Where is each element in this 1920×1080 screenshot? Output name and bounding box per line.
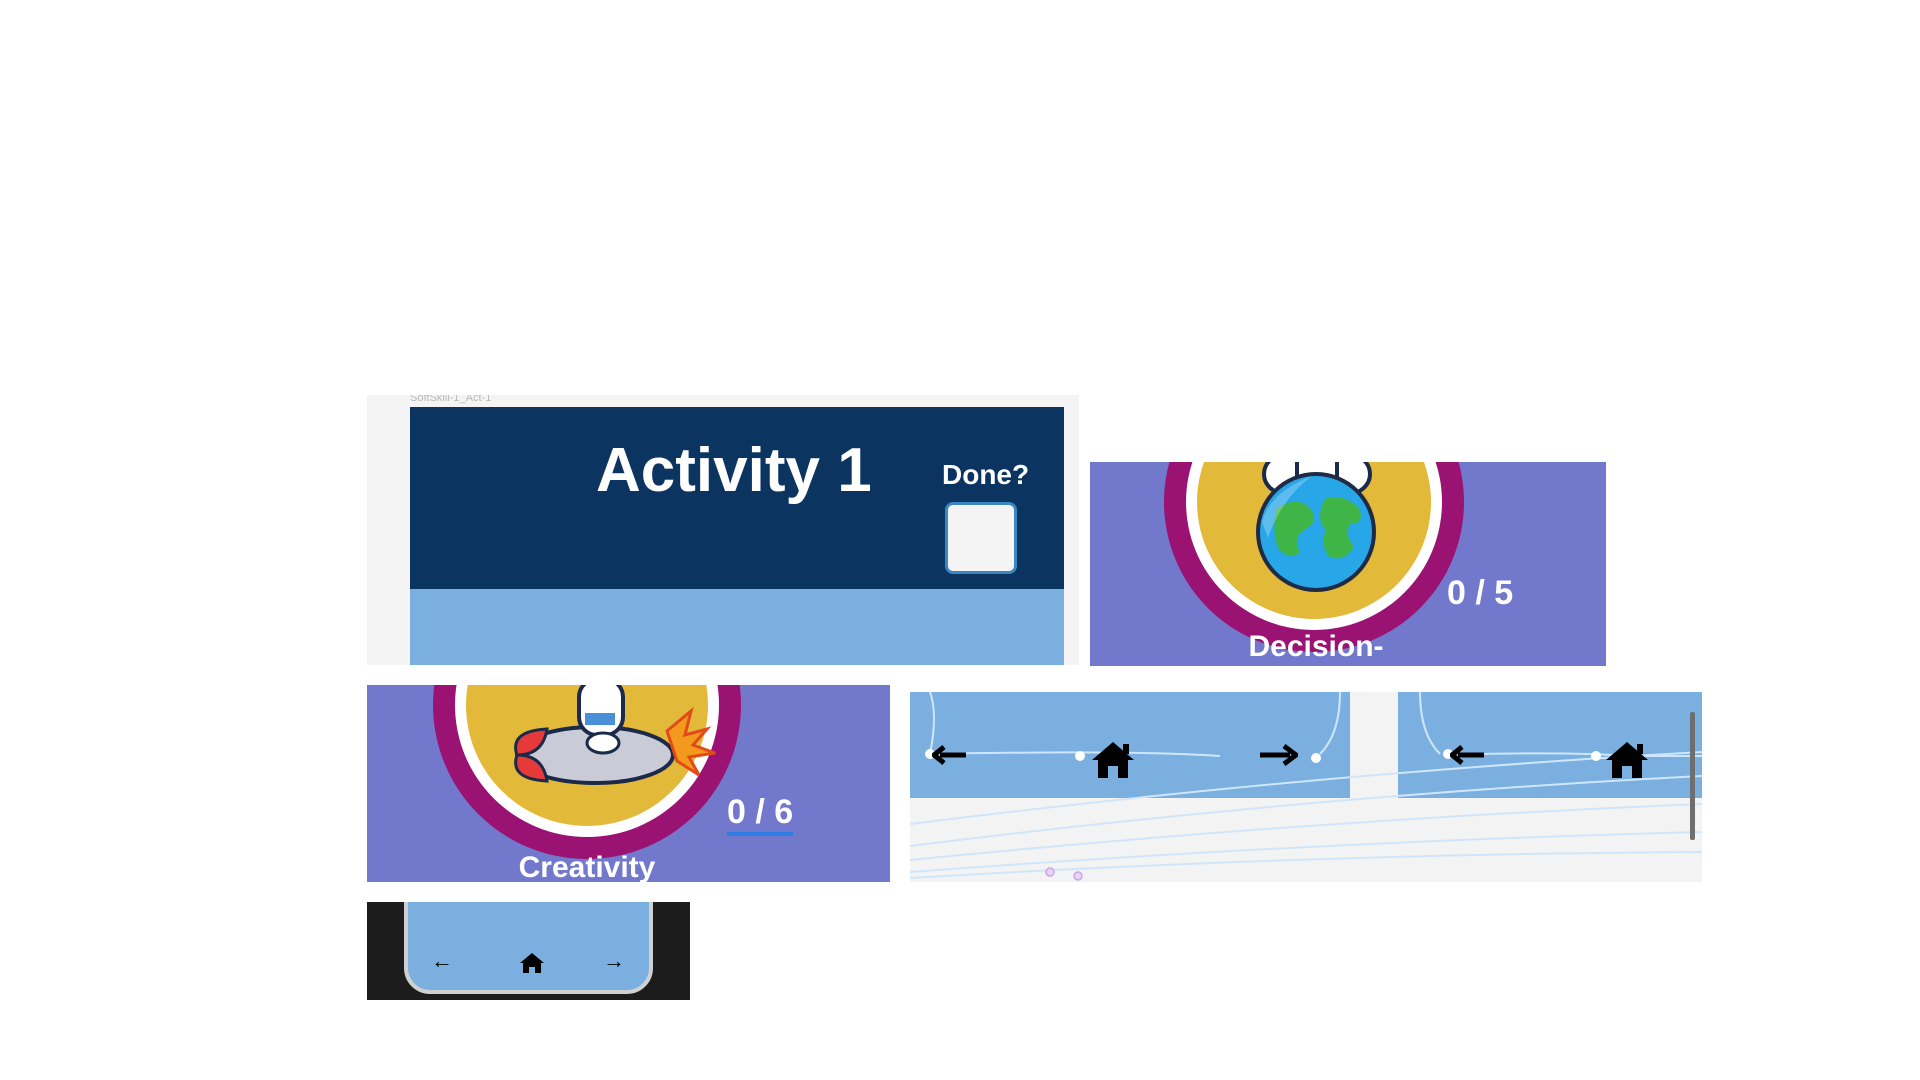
phone-screen: ← → bbox=[404, 902, 653, 994]
creativity-progress-count: 0 / 6 bbox=[727, 793, 794, 836]
decision-badge-card[interactable]: 0 / 5 Decision- bbox=[1090, 462, 1606, 666]
home-icon[interactable] bbox=[519, 952, 545, 974]
home-icon[interactable] bbox=[1604, 740, 1650, 780]
activity-header: Activity 1 Done? bbox=[410, 407, 1064, 589]
frame-label: SoftSkill-1_Act-1 bbox=[410, 395, 492, 404]
done-label: Done? bbox=[942, 459, 1030, 490]
home-icon[interactable] bbox=[1090, 740, 1136, 780]
arrow-left-icon[interactable] bbox=[932, 744, 966, 766]
arrow-left-icon[interactable]: ← bbox=[431, 948, 453, 974]
decision-progress-count: 0 / 5 bbox=[1447, 574, 1514, 612]
activity-body bbox=[410, 589, 1064, 665]
vertical-scrollbar[interactable] bbox=[1690, 712, 1695, 840]
creativity-skill-label: Creativity bbox=[518, 851, 656, 882]
arrow-right-icon[interactable] bbox=[1260, 744, 1298, 766]
activity-title: Activity 1 bbox=[596, 436, 872, 505]
astronaut-earth-icon bbox=[1256, 462, 1376, 592]
creativity-badge-card[interactable]: 0 / 6 Creativity bbox=[367, 685, 890, 882]
arrow-left-icon[interactable] bbox=[1450, 744, 1484, 766]
activity-frame: SoftSkill-1_Act-1 Activity 1 Done? bbox=[367, 395, 1079, 665]
arrow-right-icon[interactable]: → bbox=[603, 948, 625, 974]
prototype-connections bbox=[910, 692, 1702, 881]
decision-skill-label: Decision- bbox=[1248, 630, 1384, 663]
phone-frame-preview: ← → bbox=[367, 902, 690, 1000]
done-checkbox[interactable] bbox=[945, 502, 1017, 574]
prototype-nav-canvas bbox=[910, 692, 1702, 882]
